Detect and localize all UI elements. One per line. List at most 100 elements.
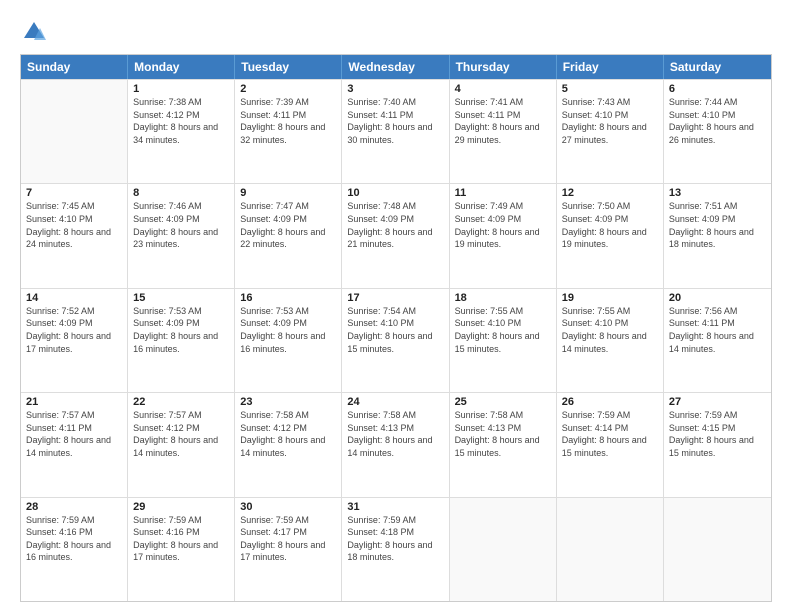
cal-cell: 20Sunrise: 7:56 AMSunset: 4:11 PMDayligh… (664, 289, 771, 392)
day-info: Sunrise: 7:56 AMSunset: 4:11 PMDaylight:… (669, 305, 766, 355)
cal-cell: 10Sunrise: 7:48 AMSunset: 4:09 PMDayligh… (342, 184, 449, 287)
day-number: 12 (562, 187, 658, 199)
cal-cell: 26Sunrise: 7:59 AMSunset: 4:14 PMDayligh… (557, 393, 664, 496)
header-cell-monday: Monday (128, 55, 235, 79)
day-number: 27 (669, 396, 766, 408)
day-number: 7 (26, 187, 122, 199)
cal-cell: 6Sunrise: 7:44 AMSunset: 4:10 PMDaylight… (664, 80, 771, 183)
cal-cell: 24Sunrise: 7:58 AMSunset: 4:13 PMDayligh… (342, 393, 449, 496)
day-number: 26 (562, 396, 658, 408)
day-number: 1 (133, 83, 229, 95)
day-number: 19 (562, 292, 658, 304)
cal-cell (557, 498, 664, 601)
day-number: 29 (133, 501, 229, 513)
day-number: 22 (133, 396, 229, 408)
cal-cell: 1Sunrise: 7:38 AMSunset: 4:12 PMDaylight… (128, 80, 235, 183)
day-info: Sunrise: 7:45 AMSunset: 4:10 PMDaylight:… (26, 200, 122, 250)
cal-cell (450, 498, 557, 601)
cal-cell: 25Sunrise: 7:58 AMSunset: 4:13 PMDayligh… (450, 393, 557, 496)
day-number: 30 (240, 501, 336, 513)
header-cell-tuesday: Tuesday (235, 55, 342, 79)
day-info: Sunrise: 7:49 AMSunset: 4:09 PMDaylight:… (455, 200, 551, 250)
day-info: Sunrise: 7:59 AMSunset: 4:16 PMDaylight:… (133, 514, 229, 564)
logo-icon (20, 18, 48, 46)
day-info: Sunrise: 7:55 AMSunset: 4:10 PMDaylight:… (455, 305, 551, 355)
cal-cell: 14Sunrise: 7:52 AMSunset: 4:09 PMDayligh… (21, 289, 128, 392)
day-info: Sunrise: 7:59 AMSunset: 4:15 PMDaylight:… (669, 409, 766, 459)
week-row-2: 7Sunrise: 7:45 AMSunset: 4:10 PMDaylight… (21, 183, 771, 287)
cal-cell: 3Sunrise: 7:40 AMSunset: 4:11 PMDaylight… (342, 80, 449, 183)
calendar-body: 1Sunrise: 7:38 AMSunset: 4:12 PMDaylight… (21, 79, 771, 601)
day-number: 5 (562, 83, 658, 95)
day-number: 20 (669, 292, 766, 304)
cal-cell: 16Sunrise: 7:53 AMSunset: 4:09 PMDayligh… (235, 289, 342, 392)
day-info: Sunrise: 7:59 AMSunset: 4:17 PMDaylight:… (240, 514, 336, 564)
day-info: Sunrise: 7:58 AMSunset: 4:13 PMDaylight:… (455, 409, 551, 459)
cal-cell: 15Sunrise: 7:53 AMSunset: 4:09 PMDayligh… (128, 289, 235, 392)
day-info: Sunrise: 7:38 AMSunset: 4:12 PMDaylight:… (133, 96, 229, 146)
day-info: Sunrise: 7:43 AMSunset: 4:10 PMDaylight:… (562, 96, 658, 146)
day-number: 31 (347, 501, 443, 513)
day-number: 4 (455, 83, 551, 95)
day-info: Sunrise: 7:41 AMSunset: 4:11 PMDaylight:… (455, 96, 551, 146)
header (20, 18, 772, 46)
day-number: 15 (133, 292, 229, 304)
day-info: Sunrise: 7:54 AMSunset: 4:10 PMDaylight:… (347, 305, 443, 355)
cal-cell: 9Sunrise: 7:47 AMSunset: 4:09 PMDaylight… (235, 184, 342, 287)
week-row-5: 28 Sunrise: 7:59 AMSunset: 4:16 PMDayligh… (21, 497, 771, 601)
cal-cell: 22Sunrise: 7:57 AMSunset: 4:12 PMDayligh… (128, 393, 235, 496)
cal-cell (664, 498, 771, 601)
day-number: 25 (455, 396, 551, 408)
cal-cell: 18Sunrise: 7:55 AMSunset: 4:10 PMDayligh… (450, 289, 557, 392)
day-number: 11 (455, 187, 551, 199)
calendar-header-row: SundayMondayTuesdayWednesdayThursdayFrid… (21, 55, 771, 79)
day-number: 24 (347, 396, 443, 408)
cal-cell: 23Sunrise: 7:58 AMSunset: 4:12 PMDayligh… (235, 393, 342, 496)
header-cell-friday: Friday (557, 55, 664, 79)
cal-cell: 2Sunrise: 7:39 AMSunset: 4:11 PMDaylight… (235, 80, 342, 183)
cal-cell: 11Sunrise: 7:49 AMSunset: 4:09 PMDayligh… (450, 184, 557, 287)
week-row-4: 21Sunrise: 7:57 AMSunset: 4:11 PMDayligh… (21, 392, 771, 496)
cal-cell: 21Sunrise: 7:57 AMSunset: 4:11 PMDayligh… (21, 393, 128, 496)
cal-cell: 12Sunrise: 7:50 AMSunset: 4:09 PMDayligh… (557, 184, 664, 287)
week-row-1: 1Sunrise: 7:38 AMSunset: 4:12 PMDaylight… (21, 79, 771, 183)
cal-cell: 19Sunrise: 7:55 AMSunset: 4:10 PMDayligh… (557, 289, 664, 392)
cal-cell: 17Sunrise: 7:54 AMSunset: 4:10 PMDayligh… (342, 289, 449, 392)
day-info: Sunrise: 7:47 AMSunset: 4:09 PMDaylight:… (240, 200, 336, 250)
header-cell-thursday: Thursday (450, 55, 557, 79)
header-cell-saturday: Saturday (664, 55, 771, 79)
day-info: Sunrise: 7:59 AMSunset: 4:14 PMDaylight:… (562, 409, 658, 459)
cal-cell: 30Sunrise: 7:59 AMSunset: 4:17 PMDayligh… (235, 498, 342, 601)
week-row-3: 14Sunrise: 7:52 AMSunset: 4:09 PMDayligh… (21, 288, 771, 392)
cal-cell: 13Sunrise: 7:51 AMSunset: 4:09 PMDayligh… (664, 184, 771, 287)
day-info: Sunrise: 7:53 AMSunset: 4:09 PMDaylight:… (240, 305, 336, 355)
cal-cell (21, 80, 128, 183)
cal-cell: 4Sunrise: 7:41 AMSunset: 4:11 PMDaylight… (450, 80, 557, 183)
day-info: Sunrise: 7:44 AMSunset: 4:10 PMDaylight:… (669, 96, 766, 146)
day-number: 6 (669, 83, 766, 95)
cal-cell: 31Sunrise: 7:59 AMSunset: 4:18 PMDayligh… (342, 498, 449, 601)
day-number: 9 (240, 187, 336, 199)
day-info: Sunrise: 7:57 AMSunset: 4:12 PMDaylight:… (133, 409, 229, 459)
day-info: Sunrise: 7:53 AMSunset: 4:09 PMDaylight:… (133, 305, 229, 355)
day-info: Sunrise: 7:52 AMSunset: 4:09 PMDaylight:… (26, 305, 122, 355)
day-number: 10 (347, 187, 443, 199)
logo (20, 18, 52, 46)
day-number: 17 (347, 292, 443, 304)
cal-cell: 8Sunrise: 7:46 AMSunset: 4:09 PMDaylight… (128, 184, 235, 287)
day-info: Sunrise: 7:46 AMSunset: 4:09 PMDaylight:… (133, 200, 229, 250)
header-cell-sunday: Sunday (21, 55, 128, 79)
day-info: Sunrise: 7:40 AMSunset: 4:11 PMDaylight:… (347, 96, 443, 146)
header-cell-wednesday: Wednesday (342, 55, 449, 79)
day-info: Sunrise: 7:50 AMSunset: 4:09 PMDaylight:… (562, 200, 658, 250)
page: SundayMondayTuesdayWednesdayThursdayFrid… (0, 0, 792, 612)
day-number: 2 (240, 83, 336, 95)
day-info: Sunrise: 7:58 AMSunset: 4:12 PMDaylight:… (240, 409, 336, 459)
day-number: 28 (26, 501, 122, 513)
day-number: 8 (133, 187, 229, 199)
cal-cell: 5Sunrise: 7:43 AMSunset: 4:10 PMDaylight… (557, 80, 664, 183)
day-info: Sunrise: 7:58 AMSunset: 4:13 PMDaylight:… (347, 409, 443, 459)
cal-cell: 29Sunrise: 7:59 AMSunset: 4:16 PMDayligh… (128, 498, 235, 601)
day-number: 16 (240, 292, 336, 304)
day-info: Sunrise: 7:48 AMSunset: 4:09 PMDaylight:… (347, 200, 443, 250)
